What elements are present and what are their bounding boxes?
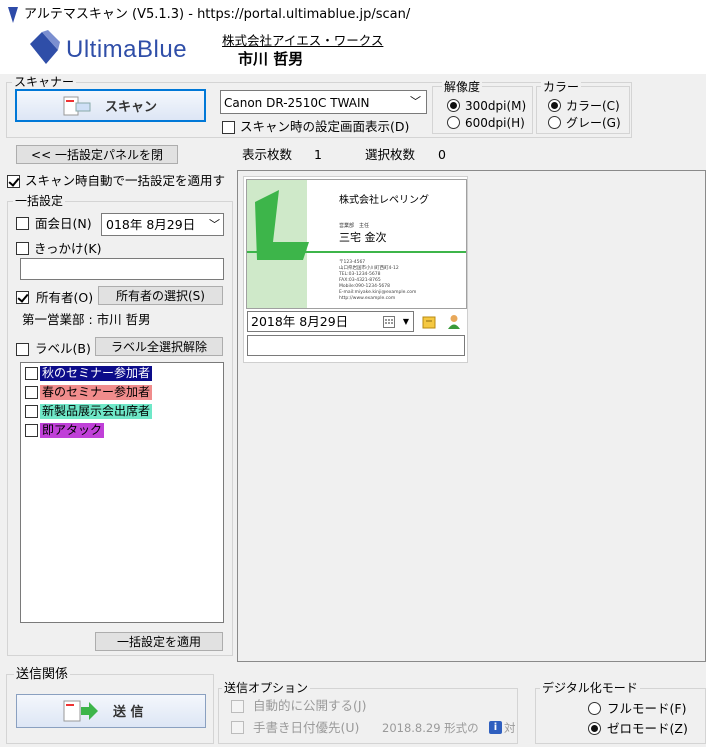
scan-button-label: スキャン [105,100,158,115]
card-date-picker[interactable]: 2018年 8月29日 ▼ [247,311,414,332]
scanner-device-value: Canon DR-2510C TWAIN [224,96,370,110]
color-gray-radio[interactable] [548,116,561,129]
send-button-label: 送 信 [113,705,144,720]
send-button[interactable]: 送 信 [16,694,206,728]
ultimablue-logo-icon [30,30,60,64]
label-checkbox-attack[interactable] [25,424,38,437]
color-color-label: カラー(C) [566,99,620,113]
resolution-group-label: 解像度 [442,80,483,94]
color-gray-label: グレー(G) [566,116,621,130]
handwritten-date-checkbox[interactable] [231,721,244,734]
send-group-label: 送信関係 [14,667,71,682]
apply-bulk-button[interactable]: 一括設定を適用 [95,632,223,651]
display-count-label: 表示枚数 [242,147,293,162]
label-spring-seminar[interactable]: 春のセミナー参加者 [40,385,153,400]
card-date-value: 2018年 8月29日 [251,314,349,329]
color-color-radio[interactable] [548,99,561,112]
label-checkbox-spring[interactable] [25,386,38,399]
label-autumn-seminar[interactable]: 秋のセミナー参加者 [40,366,153,381]
send-options-group [218,688,518,744]
meeting-date-picker[interactable]: 018年 8月29日 ﹀ [101,213,224,236]
owner-person-icon[interactable] [447,314,461,330]
scan-button[interactable]: スキャン [15,89,206,122]
calendar-icon[interactable] [383,316,395,328]
auto-publish-label: 自動的に公開する(J) [253,698,367,713]
close-bulk-panel-button[interactable]: << 一括設定パネルを閉 [16,145,178,164]
color-group-label: カラー [541,80,582,94]
label-new-product-expo[interactable]: 新製品展示会出席者 [40,404,153,419]
full-mode-label: フルモード(F) [607,701,687,716]
owner-label: 所有者(O) [36,290,94,305]
full-mode-radio[interactable] [588,702,601,715]
owner-value: 第一営業部 : 市川 哲男 [22,312,151,327]
selected-count-label: 選択枚数 [365,147,416,162]
send-icon [63,700,98,722]
label-checkbox-autumn[interactable] [25,367,38,380]
res-600-radio[interactable] [447,116,460,129]
app-icon [8,7,18,23]
scanner-icon [63,96,91,116]
label-label: ラベル(B) [35,341,91,356]
owner-checkbox[interactable] [16,291,29,304]
trigger-input[interactable] [20,258,224,280]
owner-select-button[interactable]: 所有者の選択(S) [98,286,223,305]
label-list[interactable]: 秋のセミナー参加者 春のセミナー参加者 新製品展示会出席者 即アタック [20,362,224,623]
label-clear-button[interactable]: ラベル全選択解除 [95,337,223,356]
company-name: 株式会社アイエス・ワークス [222,33,384,48]
zero-mode-label: ゼロモード(Z) [607,721,688,736]
logo-text: UltimaBlue [66,36,188,63]
meeting-date-label: 面会日(N) [35,216,92,231]
res-300-radio[interactable] [447,99,460,112]
trigger-label: きっかけ(K) [34,241,102,256]
display-count-value: 1 [314,147,322,162]
chevron-down-icon: ﹀ [209,218,220,231]
label-checkbox-expo[interactable] [25,405,38,418]
zero-mode-radio[interactable] [588,722,601,735]
card-item[interactable]: 株式会社レペリング 営業部 主任 三宅 金次 〒123-4567 山口県岩国市小… [243,176,468,363]
card-note-input[interactable] [247,335,465,356]
label-immediate-attack[interactable]: 即アタック [40,423,105,438]
app-header: UltimaBlue 株式会社アイエス・ワークス 市川 哲男 [0,30,706,74]
digital-mode-group-label: デジタル化モード [540,681,640,695]
show-settings-checkbox[interactable] [222,121,235,134]
chevron-down-icon: ▼ [402,317,409,326]
chevron-down-icon: ﹀ [410,95,421,108]
date-format-text: 2018.8.29 形式の [382,721,479,735]
memo-icon[interactable] [422,315,436,329]
scanner-group-label: スキャナー [12,75,77,89]
handwritten-date-label: 手書き日付優先(U) [253,720,360,735]
card-title: 営業部 主任 [339,223,370,229]
info-icon[interactable]: i [489,721,502,734]
res-600-label: 600dpi(H) [465,116,525,130]
selected-count-value: 0 [438,147,446,162]
card-person-name: 三宅 金次 [339,231,387,244]
card-company: 株式会社レペリング [339,195,429,206]
label-checkbox[interactable] [16,343,29,356]
auto-apply-checkbox[interactable] [7,175,20,188]
bulk-settings-group-label: 一括設定 [13,194,66,208]
card-details: 〒123-4567 山口県岩国市小川町西町4-12 TEL:03-1234-56… [339,260,416,302]
card-image[interactable]: 株式会社レペリング 営業部 主任 三宅 金次 〒123-4567 山口県岩国市小… [246,179,467,309]
user-name: 市川 哲男 [238,50,304,68]
scanner-device-select[interactable]: Canon DR-2510C TWAIN ﹀ [220,90,427,114]
meeting-date-value: 018年 8月29日 [106,219,196,232]
send-options-group-label: 送信オプション [222,681,311,695]
date-format-suffix: 対 [504,721,516,735]
title-bar: アルテマスキャン (V5.1.3) - https://portal.ultim… [0,0,706,30]
res-300-label: 300dpi(M) [465,99,527,113]
meeting-date-checkbox[interactable] [16,217,29,230]
auto-publish-checkbox[interactable] [231,700,244,713]
trigger-checkbox[interactable] [16,242,29,255]
auto-apply-label: スキャン時自動で一括設定を適用す [25,175,226,188]
window-title: アルテマスキャン (V5.1.3) - https://portal.ultim… [24,7,411,22]
show-settings-label: スキャン時の設定画面表示(D) [240,119,410,134]
card-detail-line: http://www.example.com [339,296,396,301]
